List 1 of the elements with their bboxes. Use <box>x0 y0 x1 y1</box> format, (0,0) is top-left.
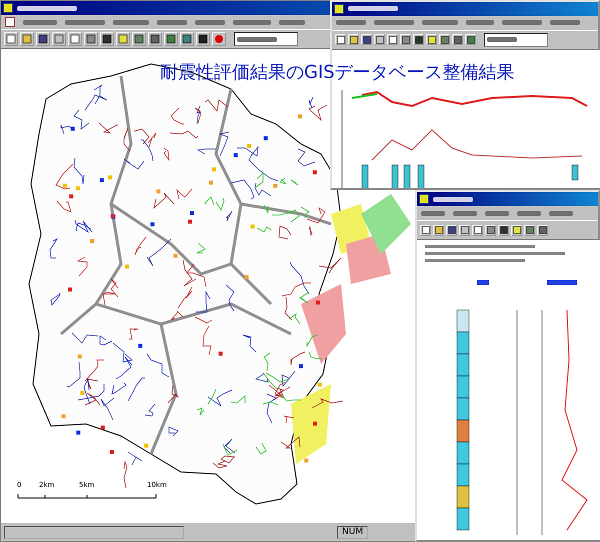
status-indicator: NUM <box>337 526 368 538</box>
